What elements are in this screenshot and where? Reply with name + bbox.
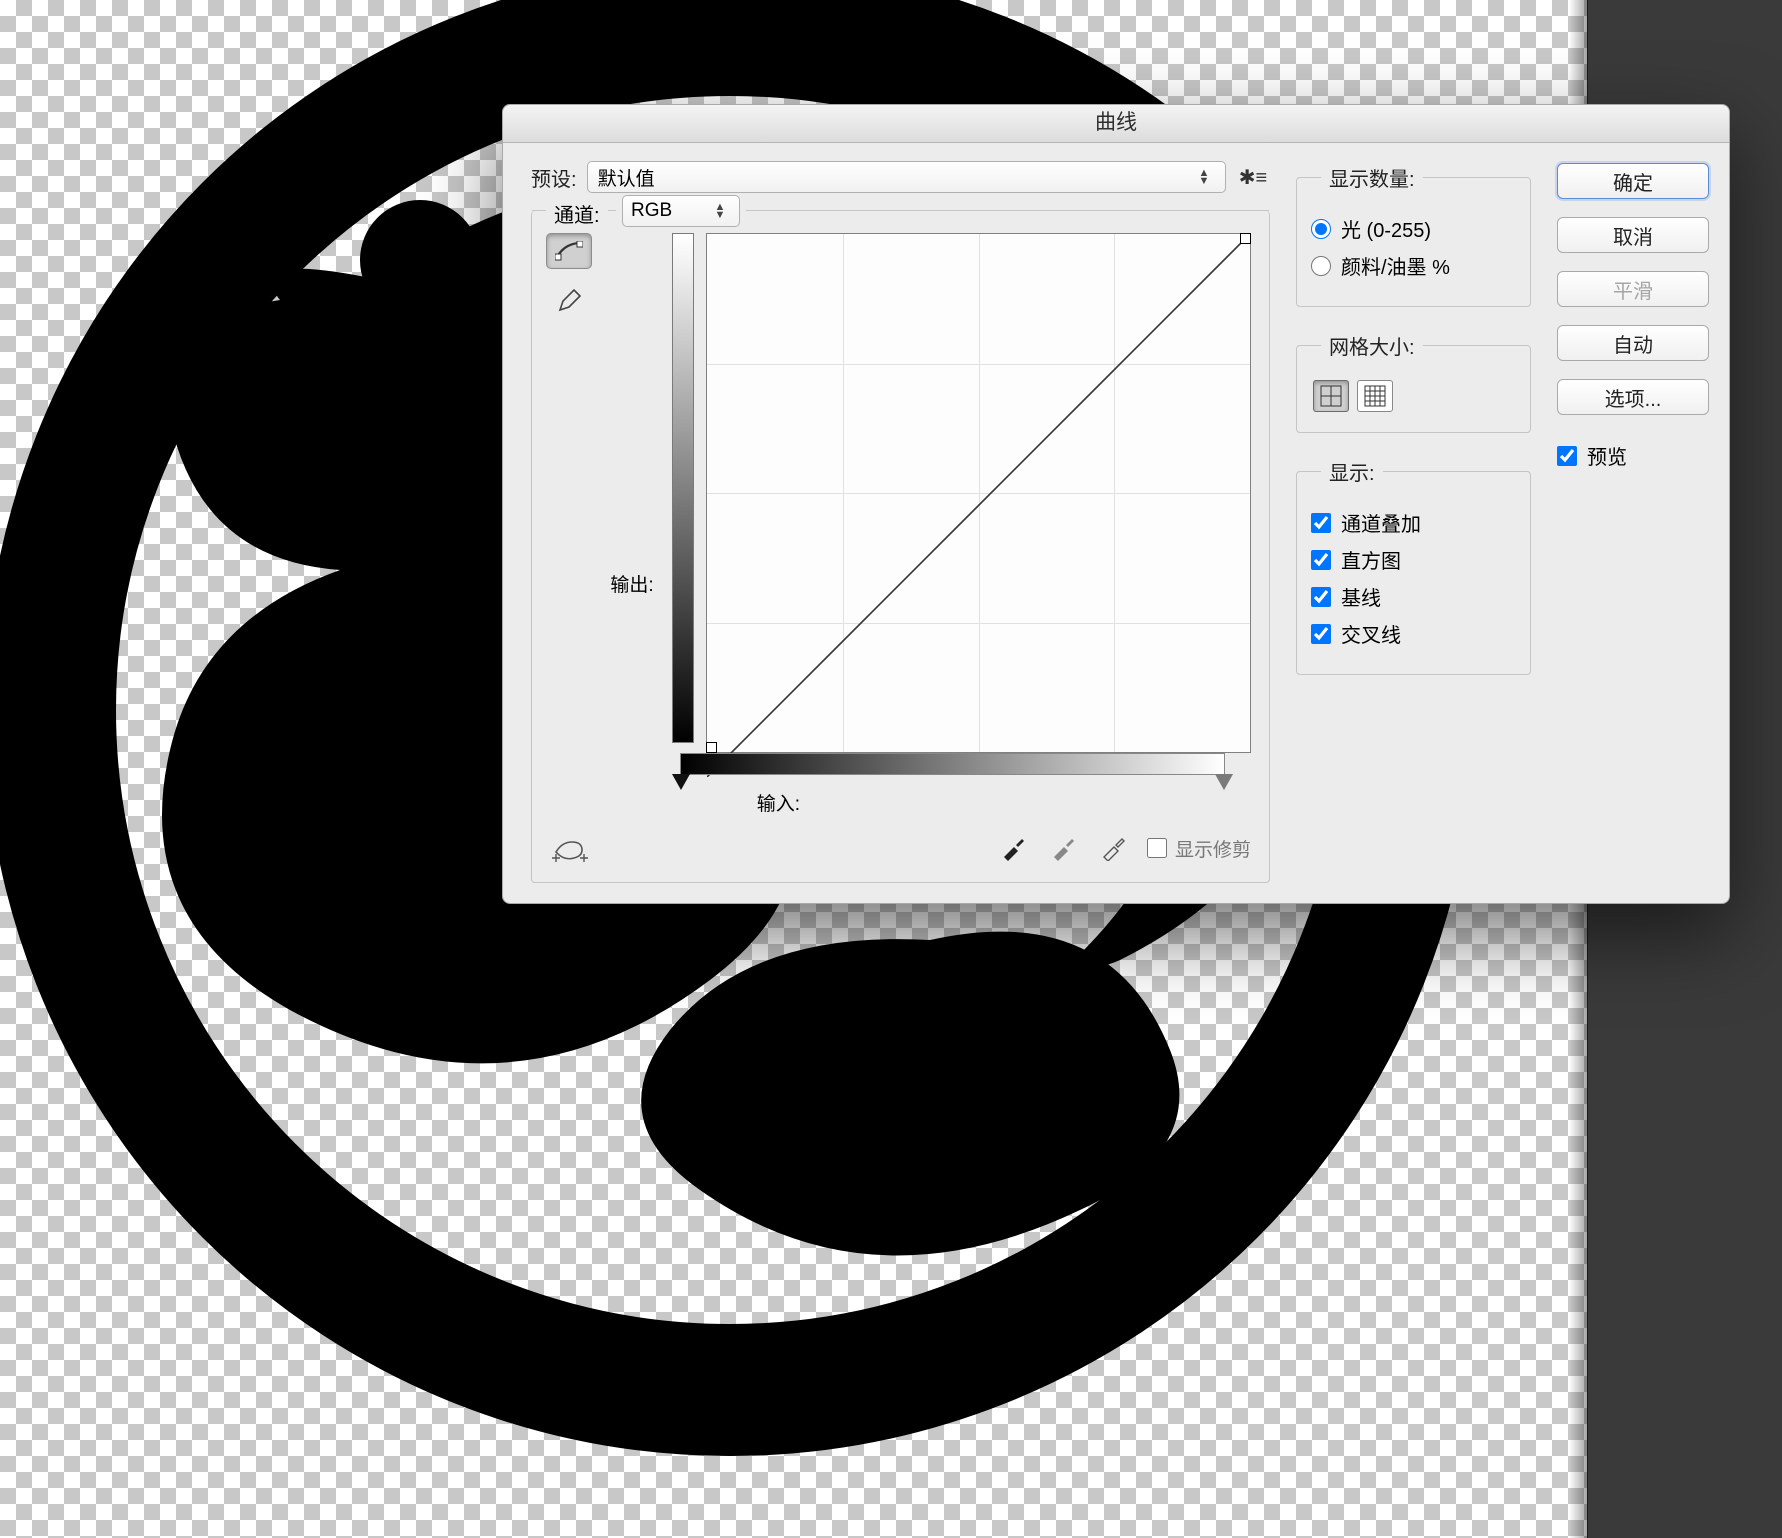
channel-label: 通道: — [546, 199, 608, 228]
show-group: 显示: 通道叠加 直方图 基线 交叉线 — [1296, 457, 1531, 675]
ok-button[interactable]: 确定 — [1557, 163, 1709, 199]
smooth-button: 平滑 — [1557, 271, 1709, 307]
show-baseline-row[interactable]: 基线 — [1311, 582, 1516, 611]
gray-eyedropper[interactable] — [1047, 832, 1079, 864]
show-clipping-checkbox[interactable] — [1147, 838, 1167, 858]
amount-pigment-label: 颜料/油墨 % — [1341, 251, 1450, 280]
hand-scrub-icon — [550, 834, 590, 862]
show-intersect-checkbox[interactable] — [1311, 624, 1331, 644]
show-hist-label: 直方图 — [1341, 545, 1401, 574]
amount-group: 显示数量: 光 (0-255) 颜料/油墨 % — [1296, 163, 1531, 307]
output-gradient[interactable] — [672, 233, 694, 743]
targeted-adjust-tool[interactable] — [548, 832, 592, 864]
curve-point-highlight[interactable] — [1240, 233, 1251, 244]
show-intersect-row[interactable]: 交叉线 — [1311, 619, 1516, 648]
preset-select[interactable]: 默认值 ▲▼ — [587, 161, 1226, 193]
amount-light-row[interactable]: 光 (0-255) — [1311, 214, 1516, 243]
grid-coarse-button[interactable] — [1313, 380, 1349, 412]
curves-main-area: 预设: 默认值 ▲▼ ✱≡ 通道: RGB ▲▼ — [531, 161, 1270, 883]
dialog-title[interactable]: 曲线 — [503, 105, 1729, 143]
curve-icon — [555, 241, 583, 261]
cancel-button[interactable]: 取消 — [1557, 217, 1709, 253]
preset-menu-button[interactable]: ✱≡ — [1236, 161, 1270, 193]
grid-size-legend: 网格大小: — [1321, 331, 1423, 360]
dialog-buttons: 确定 取消 平滑 自动 选项... 预览 — [1557, 161, 1709, 883]
channel-select[interactable]: RGB ▲▼ — [622, 195, 740, 227]
curve-point-tool[interactable] — [546, 233, 592, 269]
output-label: 输出: — [604, 413, 660, 753]
dropdown-arrows-icon: ▲▼ — [709, 203, 731, 219]
dropdown-arrows-icon: ▲▼ — [1193, 169, 1215, 185]
amount-light-radio[interactable] — [1311, 219, 1331, 239]
white-eyedropper[interactable] — [1097, 832, 1129, 864]
show-hist-row[interactable]: 直方图 — [1311, 545, 1516, 574]
show-hist-checkbox[interactable] — [1311, 550, 1331, 570]
grid-16-icon — [1364, 385, 1386, 407]
show-overlay-checkbox[interactable] — [1311, 513, 1331, 533]
input-label: 输入: — [680, 789, 800, 816]
white-point-slider[interactable] — [1215, 774, 1233, 790]
show-intersect-label: 交叉线 — [1341, 619, 1401, 648]
preset-value: 默认值 — [598, 164, 655, 191]
gear-icon: ✱≡ — [1239, 165, 1267, 190]
curve-line — [707, 234, 1250, 777]
input-gradient[interactable] — [680, 753, 1225, 775]
show-legend: 显示: — [1321, 457, 1383, 486]
show-clipping-label: 显示修剪 — [1175, 835, 1251, 862]
pencil-icon — [557, 289, 581, 313]
eyedropper-icon — [1050, 835, 1076, 861]
show-baseline-checkbox[interactable] — [1311, 587, 1331, 607]
amount-pigment-row[interactable]: 颜料/油墨 % — [1311, 251, 1516, 280]
show-baseline-label: 基线 — [1341, 582, 1381, 611]
auto-button[interactable]: 自动 — [1557, 325, 1709, 361]
preset-label: 预设: — [531, 163, 577, 192]
display-options: 显示数量: 光 (0-255) 颜料/油墨 % 网格大小: — [1296, 161, 1531, 883]
curve-pencil-tool[interactable] — [546, 283, 592, 319]
black-point-slider[interactable] — [672, 774, 690, 790]
curve-point-shadow[interactable] — [706, 742, 717, 753]
grid-size-group: 网格大小: — [1296, 331, 1531, 433]
show-overlay-label: 通道叠加 — [1341, 508, 1421, 537]
curves-dialog: 曲线 预设: 默认值 ▲▼ ✱≡ 通道: RGB ▲▼ — [502, 104, 1730, 904]
eyedropper-icon — [1000, 835, 1026, 861]
amount-light-label: 光 (0-255) — [1341, 214, 1431, 243]
amount-pigment-radio[interactable] — [1311, 256, 1331, 276]
preview-label: 预览 — [1587, 441, 1627, 470]
eyedropper-icon — [1100, 835, 1126, 861]
grid-4-icon — [1320, 385, 1342, 407]
amount-legend: 显示数量: — [1321, 163, 1423, 192]
preview-checkbox[interactable] — [1557, 446, 1577, 466]
show-overlay-row[interactable]: 通道叠加 — [1311, 508, 1516, 537]
options-button[interactable]: 选项... — [1557, 379, 1709, 415]
curve-graph[interactable] — [706, 233, 1251, 753]
channel-value: RGB — [631, 200, 672, 222]
black-eyedropper[interactable] — [997, 832, 1029, 864]
grid-fine-button[interactable] — [1357, 380, 1393, 412]
preview-row[interactable]: 预览 — [1557, 441, 1709, 470]
